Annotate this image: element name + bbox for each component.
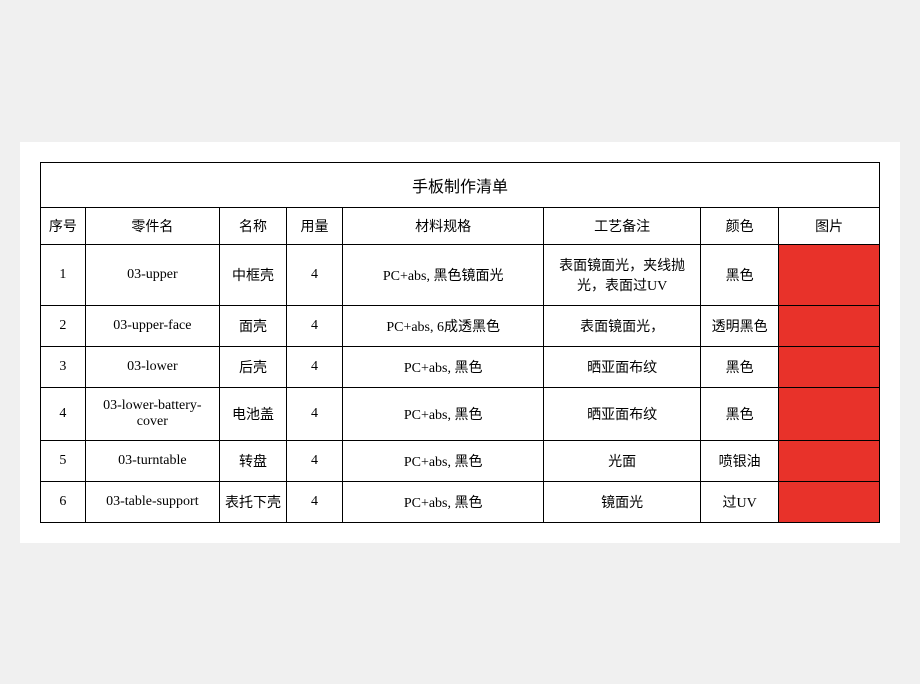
cell-image: [779, 305, 880, 346]
cell-process: 光面: [544, 440, 701, 481]
header-image: 图片: [779, 207, 880, 244]
cell-color: 黑色: [700, 244, 778, 305]
cell-process: 晒亚面布纹: [544, 346, 701, 387]
cell-spec: PC+abs, 6成透黑色: [343, 305, 544, 346]
cell-name: 后壳: [219, 346, 286, 387]
cell-image: [779, 244, 880, 305]
cell-image: [779, 346, 880, 387]
cell-spec: PC+abs, 黑色: [343, 481, 544, 522]
cell-name: 中框壳: [219, 244, 286, 305]
cell-color: 黑色: [700, 346, 778, 387]
cell-image: [779, 481, 880, 522]
title-row: 手板制作清单: [41, 162, 880, 207]
cell-name: 转盘: [219, 440, 286, 481]
cell-spec: PC+abs, 黑色: [343, 440, 544, 481]
header-name: 名称: [219, 207, 286, 244]
cell-partname: 03-turntable: [85, 440, 219, 481]
table-row: 103-upper中框壳4PC+abs, 黑色镜面光表面镜面光，夹线抛光，表面过…: [41, 244, 880, 305]
cell-spec: PC+abs, 黑色: [343, 346, 544, 387]
cell-seq: 1: [41, 244, 86, 305]
cell-spec: PC+abs, 黑色镜面光: [343, 244, 544, 305]
cell-partname: 03-upper-face: [85, 305, 219, 346]
table-row: 403-lower-battery-cover电池盖4PC+abs, 黑色晒亚面…: [41, 387, 880, 440]
main-table: 手板制作清单 序号 零件名 名称 用量 材料规格 工艺备注 颜色 图片 103-…: [40, 162, 880, 523]
header-qty: 用量: [287, 207, 343, 244]
cell-process: 镜面光: [544, 481, 701, 522]
header-row: 序号 零件名 名称 用量 材料规格 工艺备注 颜色 图片: [41, 207, 880, 244]
cell-name: 面壳: [219, 305, 286, 346]
table-row: 503-turntable转盘4PC+abs, 黑色光面喷银油: [41, 440, 880, 481]
cell-partname: 03-lower: [85, 346, 219, 387]
header-partname: 零件名: [85, 207, 219, 244]
cell-seq: 3: [41, 346, 86, 387]
cell-process: 晒亚面布纹: [544, 387, 701, 440]
cell-process: 表面镜面光，: [544, 305, 701, 346]
page-wrapper: 手板制作清单 序号 零件名 名称 用量 材料规格 工艺备注 颜色 图片 103-…: [20, 142, 900, 543]
cell-seq: 6: [41, 481, 86, 522]
cell-image: [779, 387, 880, 440]
cell-name: 表托下壳: [219, 481, 286, 522]
cell-color: 透明黑色: [700, 305, 778, 346]
cell-name: 电池盖: [219, 387, 286, 440]
cell-color: 喷银油: [700, 440, 778, 481]
table-row: 303-lower后壳4PC+abs, 黑色晒亚面布纹黑色: [41, 346, 880, 387]
cell-seq: 2: [41, 305, 86, 346]
header-seq: 序号: [41, 207, 86, 244]
cell-color: 过UV: [700, 481, 778, 522]
cell-spec: PC+abs, 黑色: [343, 387, 544, 440]
cell-partname: 03-upper: [85, 244, 219, 305]
cell-color: 黑色: [700, 387, 778, 440]
cell-qty: 4: [287, 305, 343, 346]
cell-qty: 4: [287, 440, 343, 481]
cell-image: [779, 440, 880, 481]
table-title: 手板制作清单: [41, 162, 880, 207]
cell-qty: 4: [287, 244, 343, 305]
header-spec: 材料规格: [343, 207, 544, 244]
table-row: 603-table-support表托下壳4PC+abs, 黑色镜面光过UV: [41, 481, 880, 522]
cell-process: 表面镜面光，夹线抛光，表面过UV: [544, 244, 701, 305]
header-color: 颜色: [700, 207, 778, 244]
cell-seq: 5: [41, 440, 86, 481]
cell-seq: 4: [41, 387, 86, 440]
cell-qty: 4: [287, 481, 343, 522]
header-process: 工艺备注: [544, 207, 701, 244]
cell-qty: 4: [287, 346, 343, 387]
cell-partname: 03-table-support: [85, 481, 219, 522]
cell-qty: 4: [287, 387, 343, 440]
cell-partname: 03-lower-battery-cover: [85, 387, 219, 440]
table-row: 203-upper-face面壳4PC+abs, 6成透黑色表面镜面光，透明黑色: [41, 305, 880, 346]
